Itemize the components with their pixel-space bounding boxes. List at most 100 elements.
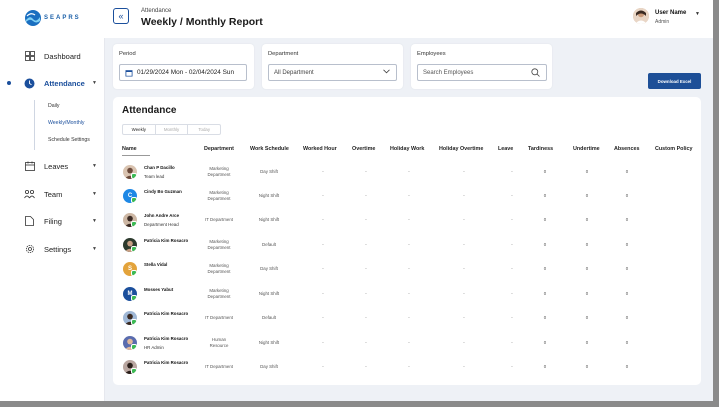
sidebar-item-dashboard[interactable]: Dashboard: [0, 47, 104, 65]
employee-name[interactable]: Mosses Yabut: [144, 287, 173, 292]
empty-cell: -: [511, 217, 513, 223]
employee-name[interactable]: Cindy Bo Guzman: [144, 189, 182, 194]
sidebar-item-label: Filing: [44, 216, 62, 226]
employee-name[interactable]: John Andre Arce: [144, 213, 179, 218]
column-header-department[interactable]: Department: [204, 146, 234, 152]
employee-name[interactable]: Stella Vidal: [144, 262, 167, 267]
table-row[interactable]: Patricia Kim Rosacro HR Admin Human Resourc…: [113, 332, 701, 356]
sidebar-item-label: Settings: [44, 244, 72, 254]
employee-name[interactable]: Chan P Dacillo: [144, 165, 175, 170]
empty-cell: -: [463, 315, 465, 321]
work-schedule-cell: Night Shift: [258, 340, 280, 345]
column-header-work-schedule[interactable]: Work Schedule: [250, 146, 289, 152]
employee-name[interactable]: Patricia Kim Rosacro: [144, 360, 188, 365]
employee-name[interactable]: Patricia Kim Rosacro: [144, 336, 188, 341]
table-row[interactable]: C Cindy Bo Guzman Marketing Department Night…: [113, 185, 701, 209]
employee-role: Team lead: [144, 174, 165, 179]
empty-cell: -: [408, 242, 410, 248]
period-date-picker[interactable]: 01/29/2024 Mon - 02/04/2024 Sun: [119, 64, 247, 81]
sidebar-item-leaves[interactable]: Leaves ▼: [0, 157, 104, 175]
subnav-daily[interactable]: Daily: [48, 103, 60, 109]
empty-cell: -: [322, 169, 324, 175]
employee-search-input[interactable]: Search Employees: [417, 64, 547, 81]
table-row[interactable]: M Mosses Yabut Marketing Department Night Sh…: [113, 283, 701, 307]
collapse-sidebar-button[interactable]: «: [113, 8, 129, 24]
empty-cell: -: [365, 266, 367, 272]
avatar: C: [123, 189, 137, 203]
tardiness-cell: 0: [543, 315, 547, 320]
empty-cell: -: [511, 266, 513, 272]
empty-cell: -: [322, 315, 324, 321]
tab-today[interactable]: Today: [188, 125, 220, 134]
download-excel-button[interactable]: Download Excel: [648, 73, 701, 89]
tab-monthly[interactable]: Monthly: [156, 125, 189, 134]
table-row[interactable]: Patricia Kim Rosacro IT Department Day Shi…: [113, 356, 701, 380]
column-header-name[interactable]: Name: [122, 146, 137, 152]
tab-weekly[interactable]: Weekly: [123, 125, 156, 134]
empty-cell: -: [511, 242, 513, 248]
work-schedule-cell: Day Shift: [260, 364, 278, 369]
avatar: [123, 165, 137, 179]
table-row[interactable]: Patricia Kim Rosacro Marketing Department D…: [113, 234, 701, 258]
table-row[interactable]: John Andre Arce Department Head IT Departm…: [113, 209, 701, 233]
undertime-cell: 0: [585, 291, 589, 296]
column-header-custom-policy[interactable]: Custom Policy: [655, 146, 692, 152]
file-icon: [24, 216, 35, 227]
department-line: Department: [207, 269, 231, 274]
absences-cell: 0: [625, 315, 629, 320]
department-select[interactable]: All Department: [268, 64, 397, 81]
table-row[interactable]: Chan P Dacillo Team lead Marketing Departme…: [113, 161, 701, 185]
work-schedule-cell: Default: [262, 315, 276, 320]
tardiness-cell: 0: [543, 291, 547, 296]
department-cell: IT Department: [201, 217, 237, 223]
sidebar-item-team[interactable]: Team ▼: [0, 185, 104, 203]
department-filter-card: Department All Department: [262, 44, 403, 89]
absences-cell: 0: [625, 217, 629, 222]
avatar: [123, 213, 137, 227]
empty-cell: -: [365, 340, 367, 346]
user-menu[interactable]: User Name Admin ▼: [633, 6, 711, 28]
empty-cell: -: [408, 315, 410, 321]
table-row[interactable]: Patricia Kim Rosacro IT Department Default…: [113, 307, 701, 331]
empty-cell: -: [365, 315, 367, 321]
sidebar-item-label: Leaves: [44, 161, 69, 171]
sidebar-item-filing[interactable]: Filing ▼: [0, 212, 104, 230]
sidebar-item-settings[interactable]: Settings ▼: [0, 240, 104, 258]
table-row[interactable]: S Stella Vidal Marketing Department Day Shif…: [113, 258, 701, 282]
chevron-down-icon: ▼: [92, 163, 97, 169]
column-header-leave[interactable]: Leave: [498, 146, 513, 152]
column-header-tardiness[interactable]: Tardiness: [528, 146, 553, 152]
work-schedule-cell: Night Shift: [258, 217, 280, 222]
team-icon: [24, 189, 35, 200]
tardiness-cell: 0: [543, 340, 547, 345]
column-header-overtime[interactable]: Overtime: [352, 146, 375, 152]
subnav-weekly-monthly[interactable]: Weekly/Monthly: [48, 120, 85, 126]
column-header-worked-hour[interactable]: Worked Hour: [303, 146, 337, 152]
avatar: [123, 336, 137, 350]
avatar: [123, 311, 137, 325]
empty-cell: -: [365, 242, 367, 248]
search-icon: [531, 68, 540, 77]
empty-cell: -: [365, 169, 367, 175]
sidebar-item-label: Team: [44, 189, 63, 199]
empty-cell: -: [365, 364, 367, 370]
avatar: [633, 8, 649, 24]
department-cell: IT Department: [201, 364, 237, 370]
employee-name[interactable]: Patricia Kim Rosacro: [144, 238, 188, 243]
brand-logo[interactable]: SEAPRS: [24, 8, 84, 28]
employee-role: Department Head: [144, 222, 179, 227]
department-cell: IT Department: [201, 315, 237, 321]
empty-cell: -: [463, 217, 465, 223]
avatar: [123, 238, 137, 252]
avatar: S: [123, 262, 137, 276]
chevron-down-icon: ▼: [92, 218, 97, 224]
top-header: « Attendance Weekly / Monthly Report Use…: [104, 0, 713, 38]
employee-name[interactable]: Patricia Kim Rosacro: [144, 311, 188, 316]
column-header-holiday-overtime[interactable]: Holiday Overtime: [439, 146, 483, 152]
column-header-absences[interactable]: Absences: [614, 146, 639, 152]
column-header-undertime[interactable]: Undertime: [573, 146, 600, 152]
period-filter-card: Period 01/29/2024 Mon - 02/04/2024 Sun: [113, 44, 254, 89]
column-header-holiday-work[interactable]: Holiday Work: [390, 146, 424, 152]
subnav-schedule-settings[interactable]: Schedule Settings: [48, 137, 90, 143]
sidebar-item-attendance[interactable]: Attendance ▼: [0, 74, 104, 92]
